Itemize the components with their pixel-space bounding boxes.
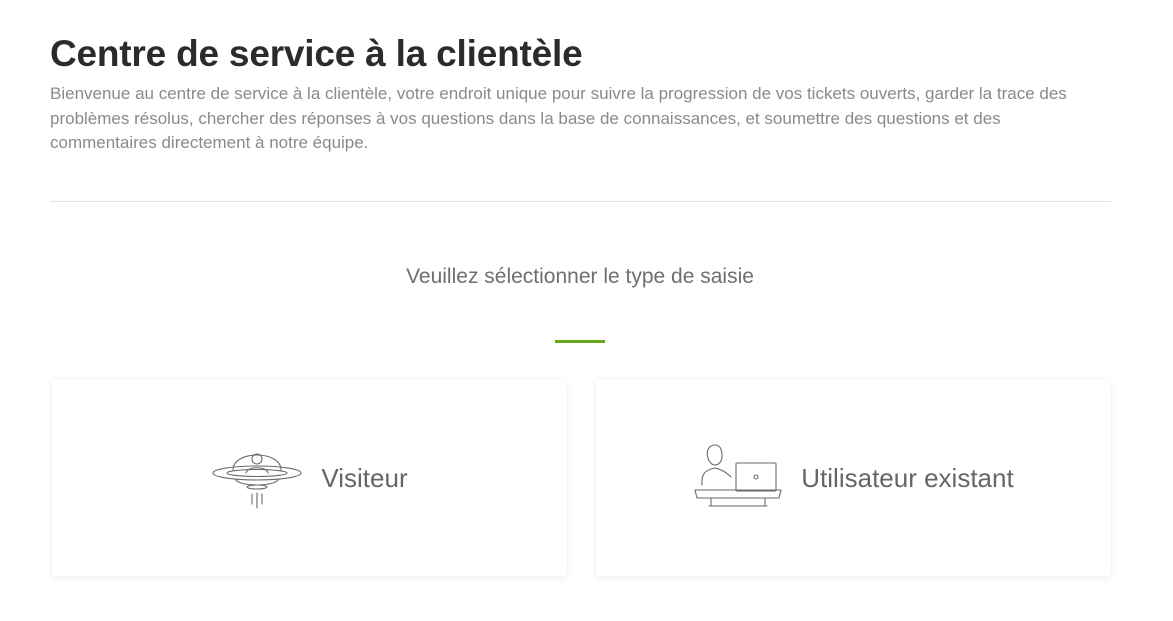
existing-user-label: Utilisateur existant (801, 462, 1014, 493)
page-title: Centre de service à la clientèle (50, 33, 583, 74)
user-at-laptop-icon (694, 444, 782, 507)
customer-service-page: Centre de service à la clientèle Bienven… (0, 0, 1173, 621)
visitor-label: Visiteur (321, 462, 408, 493)
existing-user-option-card[interactable]: Utilisateur existant (596, 380, 1111, 576)
ufo-visitor-icon (212, 453, 302, 509)
intro-text: Bienvenue au centre de service à la clie… (50, 84, 1067, 152)
visitor-option-card[interactable]: Visiteur (52, 380, 567, 576)
entry-type-prompt: Veuillez sélectionner le type de saisie (406, 265, 754, 288)
section-divider (50, 201, 1111, 202)
accent-bar (555, 340, 605, 343)
